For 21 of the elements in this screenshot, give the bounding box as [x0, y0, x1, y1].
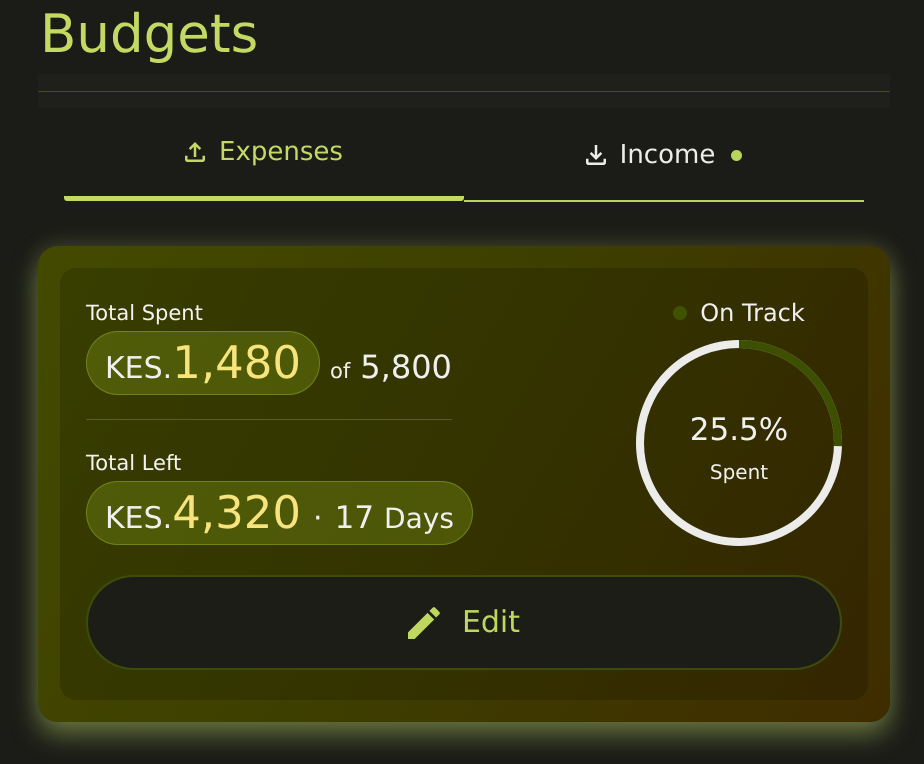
of-text: of: [330, 359, 350, 383]
page-title: Budgets: [40, 4, 258, 66]
percent-value: 25.5%: [690, 413, 788, 447]
status-label: On Track: [700, 299, 805, 327]
tab[interactable]: Expenses: [64, 107, 464, 201]
total-left-label: Total Left: [86, 450, 182, 476]
download-icon: [586, 145, 606, 165]
days-unit: Days: [384, 504, 454, 534]
pencil-icon: [408, 606, 440, 638]
total-spent-label: Total Spent: [86, 300, 203, 326]
currency-code: KES.: [105, 504, 172, 534]
currency-code: KES.: [105, 354, 172, 384]
spent-amount: 1,480: [172, 340, 302, 386]
tab[interactable]: Income: [464, 110, 864, 202]
days-count: 17: [334, 503, 374, 533]
upload-icon: [185, 142, 206, 162]
separator-dot: ·: [313, 504, 323, 534]
budget-total: 5,800: [360, 348, 452, 386]
left-amount: 4,320: [172, 490, 302, 536]
percent-caption: Spent: [710, 461, 768, 483]
edit-button[interactable]: Edit: [86, 575, 842, 670]
